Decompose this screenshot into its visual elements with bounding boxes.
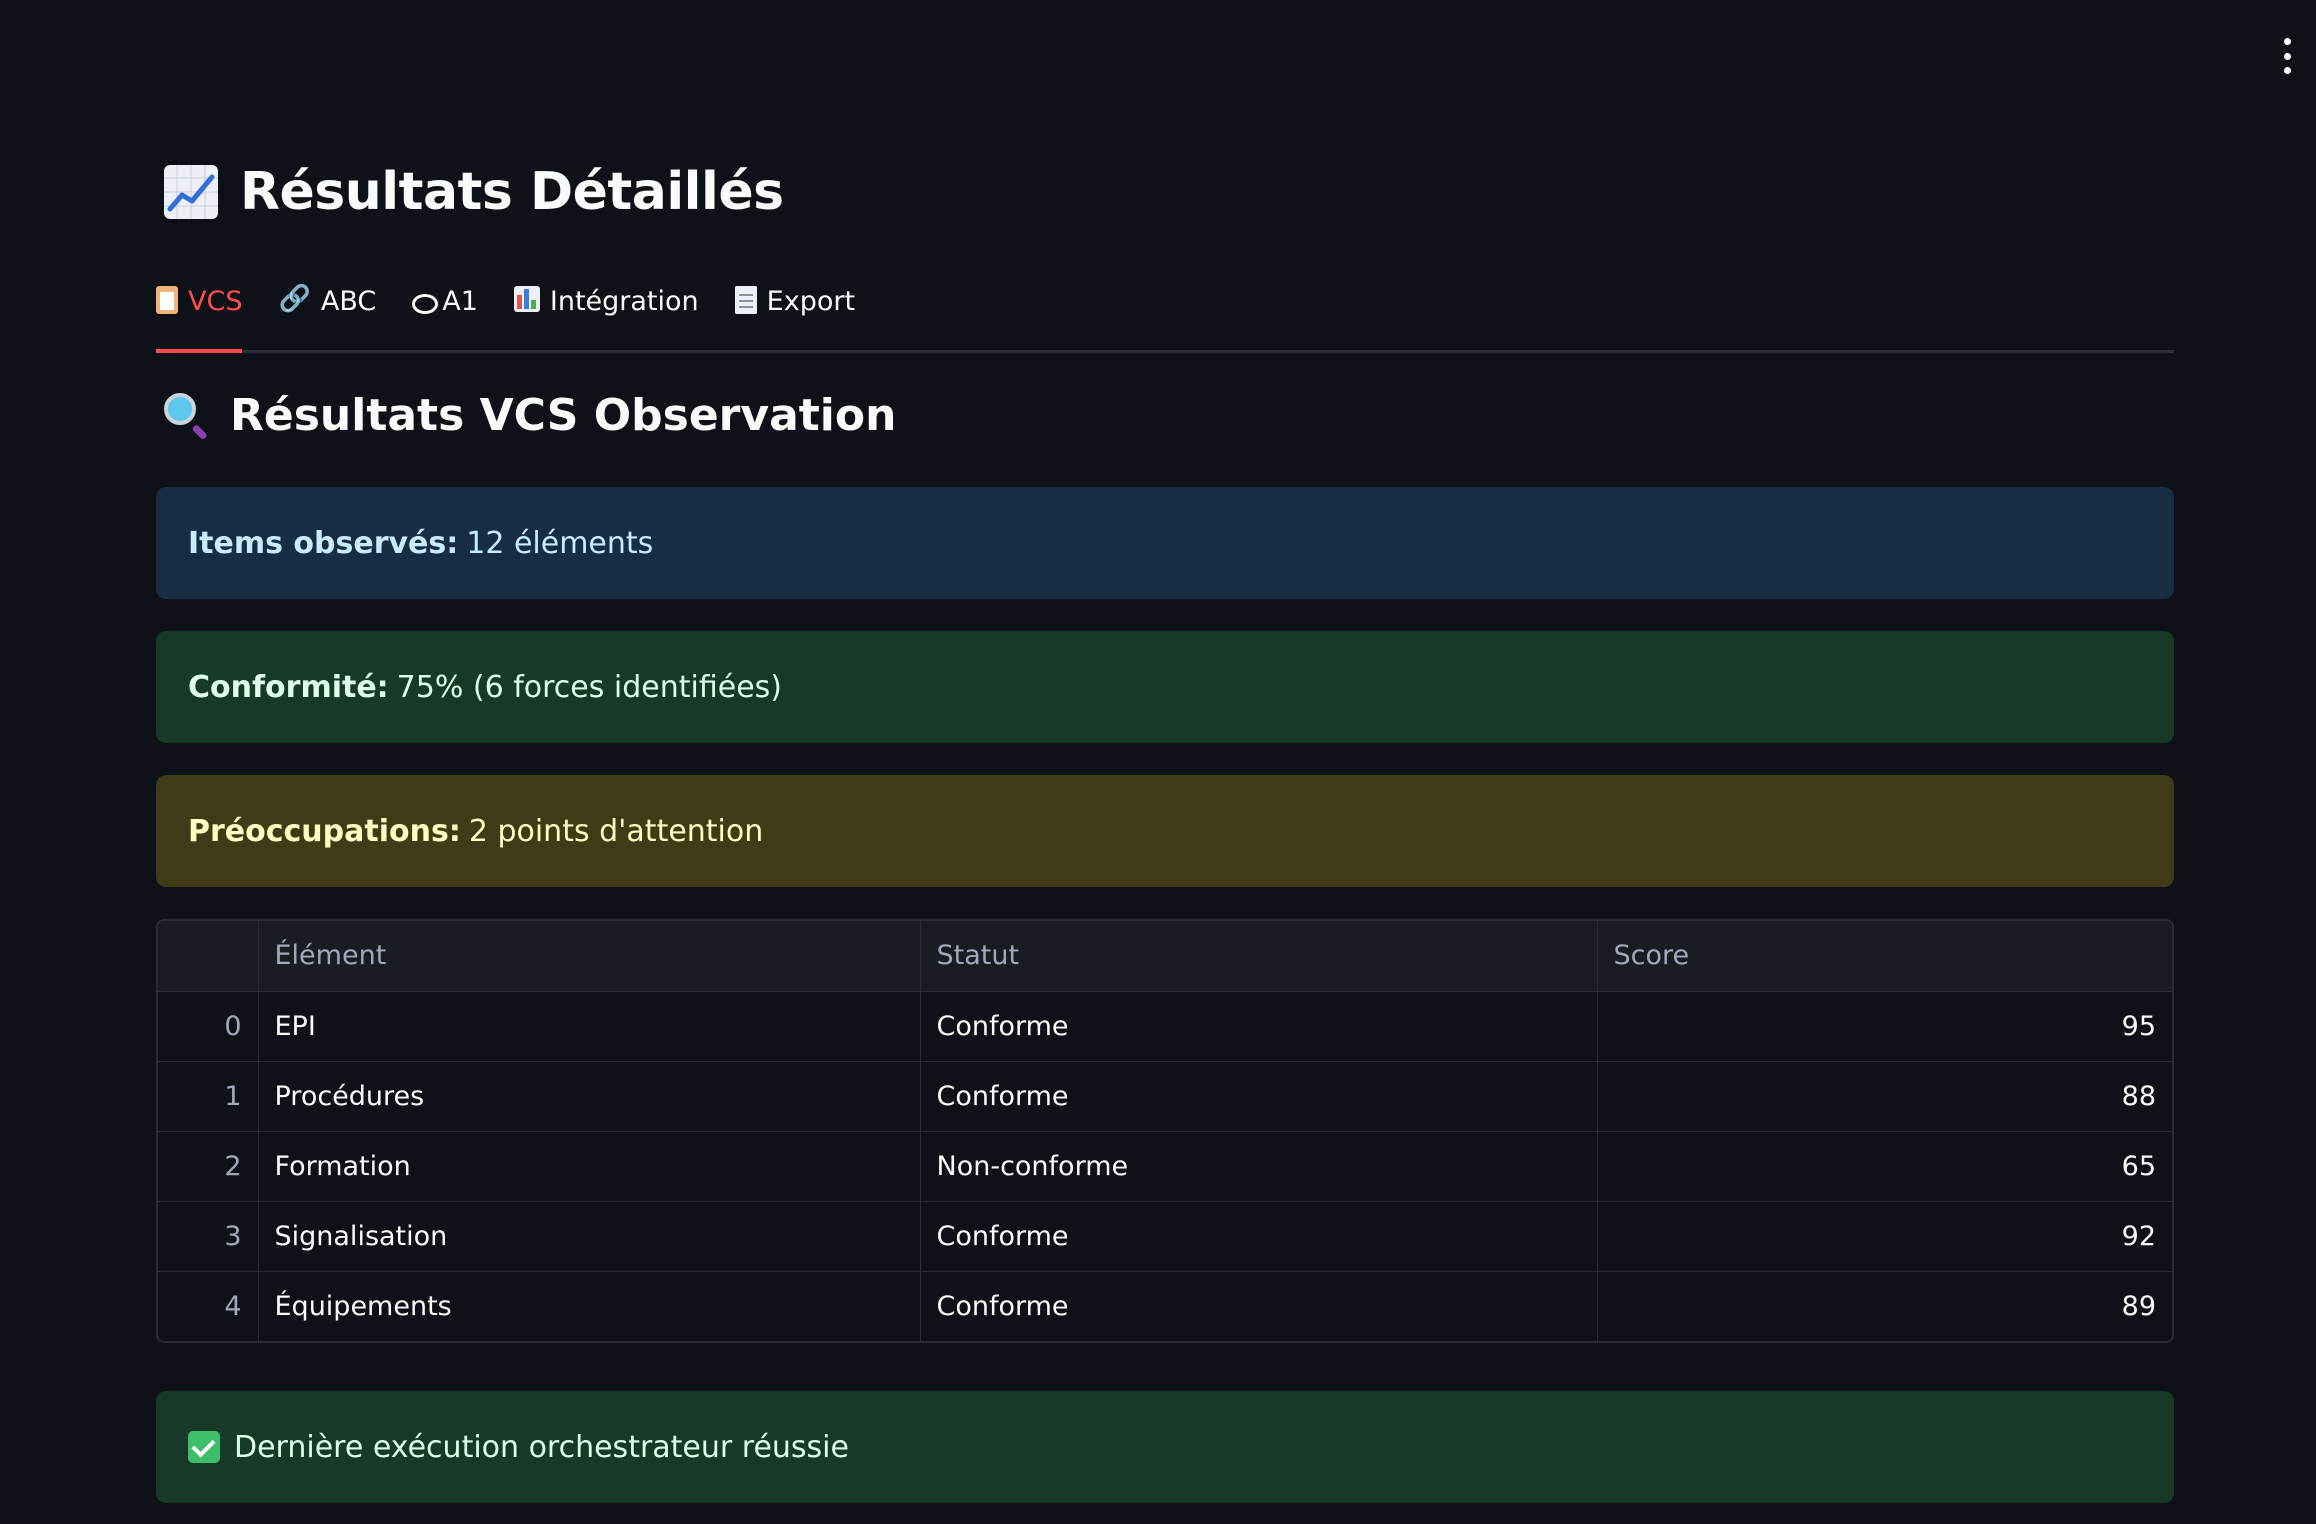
tab-label: Export (766, 286, 856, 317)
row-index[interactable]: 2 (158, 1131, 259, 1202)
row-index[interactable]: 1 (158, 1061, 259, 1132)
section-title-text: Résultats VCS Observation (230, 390, 897, 441)
row-index[interactable]: 4 (158, 1271, 259, 1341)
alert-label: Conformité: (188, 669, 389, 705)
tab-label: A1 (442, 286, 478, 317)
section-title: Résultats VCS Observation (164, 390, 896, 441)
page-title: Résultats Détaillés (164, 162, 784, 222)
table-header-row: Élément Statut Score (158, 921, 2172, 992)
table-row: 2 Formation Non-conforme 65 (158, 1131, 2172, 1202)
success-alert-conformity: Conformité: 75% (6 forces identifiées) (156, 631, 2174, 743)
warning-alert-concerns: Préoccupations: 2 points d'attention (156, 775, 2174, 887)
tab-label: Intégration (549, 286, 699, 317)
alert-label: Préoccupations: (188, 813, 461, 849)
magnifying-glass-icon (164, 392, 210, 439)
alert-value: 2 points d'attention (468, 813, 764, 849)
info-alert-items-observed: Items observés: 12 éléments (156, 487, 2174, 599)
menu-dot (2283, 38, 2291, 45)
cell-status[interactable]: Conforme (920, 1061, 1598, 1132)
alert-value: 12 éléments (466, 525, 654, 561)
menu-dot (2283, 67, 2291, 74)
check-mark-icon (188, 1431, 220, 1463)
link-icon: 🔗 (278, 284, 311, 314)
cell-element[interactable]: Procédures (258, 1061, 921, 1132)
row-index[interactable]: 3 (158, 1201, 259, 1272)
cell-status[interactable]: Conforme (920, 1271, 1598, 1341)
bar-chart-icon (513, 286, 540, 312)
tab-export[interactable]: Export (734, 280, 856, 350)
tab-bar: VCS 🔗 ABC A1 Intégration Export (156, 280, 2174, 353)
cell-status[interactable]: Non-conforme (920, 1131, 1598, 1202)
cell-score[interactable]: 92 (1597, 1201, 2172, 1272)
tab-integration[interactable]: Intégration (513, 280, 699, 350)
cell-score[interactable]: 65 (1597, 1131, 2172, 1202)
cell-score[interactable]: 89 (1597, 1271, 2172, 1341)
success-alert-last-run: Dernière exécution orchestrateur réussie (156, 1391, 2174, 1503)
column-header-status[interactable]: Statut (920, 921, 1598, 992)
cell-element[interactable]: Équipements (258, 1271, 921, 1341)
table-row: 3 Signalisation Conforme 92 (158, 1201, 2172, 1272)
tab-vcs[interactable]: VCS (156, 280, 243, 353)
table-row: 0 EPI Conforme 95 (158, 991, 2172, 1062)
eye-icon (412, 294, 439, 314)
table-row: 4 Équipements Conforme 89 (158, 1271, 2172, 1341)
main-menu-button[interactable] (2280, 38, 2294, 74)
tab-label: ABC (320, 286, 377, 317)
tab-a1[interactable]: A1 (412, 280, 478, 350)
cell-element[interactable]: Signalisation (258, 1201, 921, 1272)
cell-element[interactable]: EPI (258, 991, 921, 1062)
row-index[interactable]: 0 (158, 991, 259, 1062)
tab-label: VCS (188, 286, 243, 317)
tab-abc[interactable]: 🔗 ABC (278, 280, 376, 350)
cell-score[interactable]: 95 (1597, 991, 2172, 1062)
cell-status[interactable]: Conforme (920, 1201, 1598, 1272)
results-table: Élément Statut Score 0 EPI Conforme 95 1… (158, 921, 2172, 1341)
alert-text: Dernière exécution orchestrateur réussie (234, 1429, 849, 1465)
table-row: 1 Procédures Conforme 88 (158, 1061, 2172, 1132)
results-dataframe[interactable]: Élément Statut Score 0 EPI Conforme 95 1… (156, 919, 2174, 1343)
column-header-element[interactable]: Élément (258, 921, 921, 992)
chart-increasing-icon (164, 165, 218, 219)
document-icon (734, 286, 757, 314)
column-header-index[interactable] (158, 921, 259, 992)
alert-label: Items observés: (188, 525, 459, 561)
column-header-score[interactable]: Score (1597, 921, 2172, 992)
cell-score[interactable]: 88 (1597, 1061, 2172, 1132)
page-title-text: Résultats Détaillés (240, 162, 784, 222)
alert-value: 75% (6 forces identifiées) (396, 669, 783, 705)
menu-dot (2283, 52, 2291, 60)
cell-status[interactable]: Conforme (920, 991, 1598, 1062)
cell-element[interactable]: Formation (258, 1131, 921, 1202)
clipboard-icon (156, 286, 178, 314)
